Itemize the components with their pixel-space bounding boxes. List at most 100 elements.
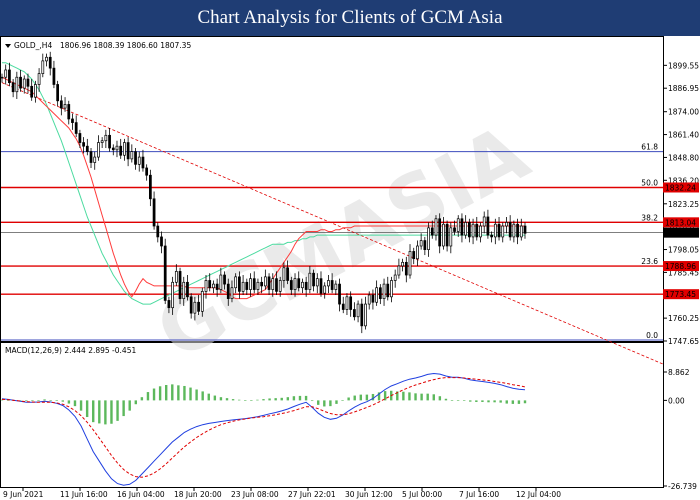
macd-histogram-bar — [213, 395, 217, 401]
candle — [493, 223, 497, 238]
macd-histogram-bar — [432, 394, 435, 401]
candle — [401, 261, 404, 267]
candle — [327, 280, 330, 287]
macd-histogram-bar — [365, 394, 369, 401]
candle — [378, 287, 382, 299]
candle — [226, 283, 230, 299]
candle — [345, 296, 349, 310]
macd-histogram-bar — [231, 399, 235, 401]
level-price-tag-label: 1832.24 — [665, 183, 696, 192]
level-price-tag-label: 1788.96 — [665, 262, 696, 271]
candle — [63, 104, 67, 109]
candle — [48, 56, 52, 69]
price-tick-label: 1861.40 — [668, 131, 699, 140]
time-tick-label: 27 Jun 22:01 — [288, 490, 336, 499]
candle — [82, 142, 85, 147]
price-tick-label: 1874.00 — [668, 108, 699, 117]
candle — [167, 300, 171, 309]
macd-histogram-bar — [420, 393, 423, 401]
candle — [430, 227, 434, 236]
candle — [271, 278, 275, 290]
price-tick-label: 1848.80 — [668, 153, 699, 162]
macd-histogram-bar — [444, 398, 448, 401]
candle — [267, 276, 271, 290]
candle — [104, 134, 108, 142]
macd-histogram-bar — [505, 400, 508, 404]
candle — [74, 122, 78, 134]
candle — [275, 278, 278, 292]
trading-chart[interactable]: GCMASIA 61.850.038.223.60.0 1899.551886.… — [0, 36, 700, 500]
time-tick-label: 18 Jun 20:00 — [174, 490, 222, 499]
candle — [312, 272, 315, 287]
time-tick-label: 30 Jun 12:00 — [345, 490, 393, 499]
candle — [22, 78, 26, 89]
time-tick-label: 5 Jul 00:00 — [402, 490, 442, 499]
candle — [178, 271, 182, 299]
macd-histogram-bar — [104, 400, 107, 425]
macd-histogram-bar — [523, 400, 527, 404]
candle — [230, 287, 234, 299]
candle — [249, 278, 252, 290]
macd-histogram-bar — [237, 399, 241, 401]
candle — [156, 225, 160, 238]
candle — [442, 223, 445, 247]
candle — [148, 174, 152, 200]
macd-histogram-bar — [317, 400, 320, 405]
candle — [523, 225, 527, 234]
candle — [115, 145, 119, 151]
macd-histogram-bar — [292, 396, 296, 401]
candle — [330, 280, 334, 290]
macd-histogram-bar — [195, 389, 198, 401]
macd-histogram-bar — [359, 394, 363, 401]
candle — [282, 267, 286, 281]
candle — [319, 278, 323, 294]
macd-histogram-bar — [25, 400, 28, 402]
candle — [360, 303, 364, 327]
chart-title: Chart Analysis for Clients of GCM Asia — [197, 7, 503, 28]
candle — [464, 222, 468, 236]
candle — [193, 301, 197, 314]
macd-histogram-bar — [85, 400, 89, 418]
macd-histogram-bar — [61, 400, 65, 402]
candle — [278, 280, 282, 292]
macd-histogram-bar — [426, 393, 429, 401]
candle — [41, 60, 45, 74]
candle — [78, 133, 82, 143]
candle — [163, 245, 167, 301]
candle — [393, 274, 397, 281]
candle — [434, 218, 438, 236]
macd-histogram-bar — [274, 398, 277, 401]
macd-histogram-bar — [43, 399, 46, 401]
macd-histogram-bar — [481, 400, 484, 402]
macd-histogram-bar — [122, 400, 125, 417]
candle — [501, 225, 505, 238]
candle — [126, 142, 130, 160]
macd-histogram-bar — [511, 400, 515, 404]
fib-label: 50.0 — [641, 178, 658, 187]
candle — [445, 223, 449, 247]
candle — [404, 261, 408, 276]
candle — [245, 281, 249, 290]
price-tick-label: 1747.65 — [668, 337, 699, 346]
candle — [315, 278, 319, 287]
candle — [338, 283, 341, 305]
candle — [386, 283, 390, 298]
macd-histogram-bar — [469, 400, 472, 402]
price-tick-label: 1899.55 — [668, 61, 699, 70]
macd-tick-label: 0.00 — [668, 396, 685, 405]
macd-tick-label: 8.862 — [668, 368, 690, 377]
candle — [11, 82, 15, 93]
candle — [37, 73, 41, 85]
macd-histogram-bar — [207, 393, 210, 401]
fib-label: 23.6 — [641, 257, 658, 266]
price-tick-label: 1886.95 — [668, 84, 699, 93]
macd-histogram-bar — [493, 400, 496, 403]
candle — [223, 274, 226, 285]
candle — [486, 216, 490, 236]
level-price-tag-label: 1813.04 — [665, 218, 696, 227]
candle — [171, 281, 174, 309]
macd-histogram-bar — [140, 397, 144, 401]
macd-histogram-bar — [152, 388, 156, 401]
macd-histogram-bar — [268, 398, 271, 401]
candle — [490, 234, 493, 238]
